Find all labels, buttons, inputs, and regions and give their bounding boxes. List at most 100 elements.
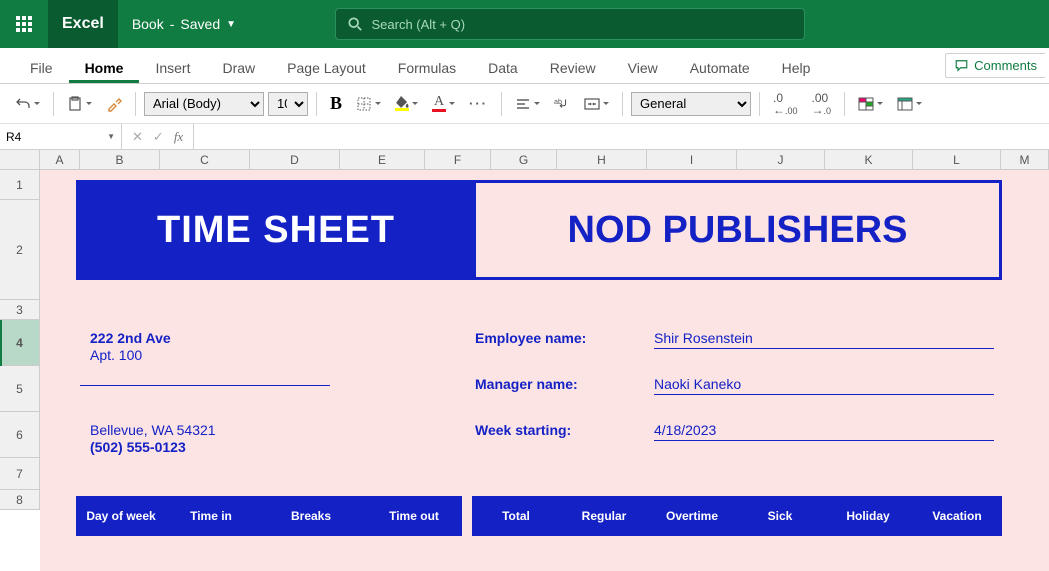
decrease-decimal-button[interactable]: .00→.0 <box>807 90 837 118</box>
address-underline <box>80 385 330 386</box>
tab-help[interactable]: Help <box>766 52 827 83</box>
table-format-icon <box>858 96 874 112</box>
column-header[interactable]: F <box>425 150 491 170</box>
address-line2: Apt. 100 <box>90 347 142 363</box>
tab-draw[interactable]: Draw <box>206 52 271 83</box>
title-left: TIME SHEET <box>76 180 476 280</box>
hdr-vacation: Vacation <box>912 509 1002 523</box>
waffle-icon <box>16 16 32 32</box>
select-all-corner[interactable] <box>0 150 40 170</box>
borders-button[interactable] <box>351 90 386 118</box>
fx-icon[interactable]: fx <box>174 129 183 145</box>
format-as-table-button[interactable] <box>892 90 927 118</box>
column-header[interactable]: L <box>913 150 1001 170</box>
address-line1: 222 2nd Ave <box>90 330 171 346</box>
hdr-holiday: Holiday <box>824 509 912 523</box>
row-header[interactable]: 4 <box>0 320 40 366</box>
search-wrap: Search (Alt + Q) <box>250 8 1049 40</box>
wrap-text-button[interactable]: ab <box>549 90 575 118</box>
column-header[interactable]: M <box>1001 150 1049 170</box>
tab-data[interactable]: Data <box>472 52 534 83</box>
undo-button[interactable] <box>10 90 45 118</box>
more-font-button[interactable]: ··· <box>464 90 493 118</box>
conditional-formatting-button[interactable] <box>853 90 888 118</box>
wrap-text-icon: ab <box>554 96 570 112</box>
column-header[interactable]: J <box>737 150 825 170</box>
bold-button[interactable]: B <box>325 90 347 118</box>
column-header[interactable]: E <box>340 150 425 170</box>
row-header[interactable]: 5 <box>0 366 40 412</box>
pivot-icon <box>897 96 913 112</box>
name-box[interactable]: R4 ▼ <box>0 124 122 149</box>
worksheet[interactable]: TIME SHEET NOD PUBLISHERS 222 2nd Ave Ap… <box>40 170 1049 571</box>
column-header[interactable]: A <box>40 150 80 170</box>
ellipsis-icon: ··· <box>469 96 488 111</box>
tab-automate[interactable]: Automate <box>674 52 766 83</box>
week-value: 4/18/2023 <box>654 422 994 441</box>
row-header[interactable]: 8 <box>0 490 40 510</box>
name-box-value: R4 <box>6 130 21 144</box>
comments-button[interactable]: Comments <box>945 53 1045 78</box>
merge-button[interactable] <box>579 90 614 118</box>
increase-decimal-button[interactable]: .0←.00 <box>768 90 803 118</box>
phone: (502) 555-0123 <box>90 439 186 455</box>
format-painter-button[interactable] <box>101 90 127 118</box>
column-header[interactable]: B <box>80 150 160 170</box>
merge-icon <box>584 96 600 112</box>
comment-icon <box>954 59 969 73</box>
document-name-button[interactable]: Book - Saved ▼ <box>118 0 250 48</box>
paste-button[interactable] <box>62 90 97 118</box>
font-color-button[interactable]: A <box>427 90 460 118</box>
font-name-select[interactable]: Arial (Body) <box>144 92 264 116</box>
tab-home[interactable]: Home <box>69 52 140 83</box>
column-header[interactable]: D <box>250 150 340 170</box>
formula-bar: R4 ▼ ✕ ✓ fx <box>0 124 1049 150</box>
formula-buttons: ✕ ✓ fx <box>122 124 194 149</box>
hdr-total: Total <box>472 509 560 523</box>
font-color-icon: A <box>432 95 446 112</box>
doc-sep: - <box>170 16 175 32</box>
manager-value: Naoki Kaneko <box>654 376 994 395</box>
hdr-breaks: Breaks <box>256 509 366 523</box>
tab-insert[interactable]: Insert <box>139 52 206 83</box>
column-header[interactable]: G <box>491 150 557 170</box>
separator <box>53 92 54 116</box>
column-header[interactable]: I <box>647 150 737 170</box>
app-name[interactable]: Excel <box>48 0 118 48</box>
tab-file[interactable]: File <box>14 52 69 83</box>
column-header[interactable]: C <box>160 150 250 170</box>
align-button[interactable] <box>510 90 545 118</box>
row-header[interactable]: 7 <box>0 458 40 490</box>
column-header[interactable]: K <box>825 150 913 170</box>
accept-formula-icon[interactable]: ✓ <box>153 129 164 145</box>
separator <box>501 92 502 116</box>
row-header[interactable]: 2 <box>0 200 40 300</box>
left-table-header: Day of week Time in Breaks Time out <box>76 496 462 536</box>
tab-formulas[interactable]: Formulas <box>382 52 472 83</box>
fill-color-button[interactable] <box>390 90 423 118</box>
tab-page-layout[interactable]: Page Layout <box>271 52 382 83</box>
row-header[interactable]: 6 <box>0 412 40 458</box>
search-box[interactable]: Search (Alt + Q) <box>335 8 805 40</box>
fill-color-icon <box>395 96 409 111</box>
app-launcher-button[interactable] <box>0 0 48 48</box>
column-headers: ABCDEFGHIJKLM <box>40 150 1049 170</box>
title-banner: TIME SHEET NOD PUBLISHERS <box>76 180 1002 280</box>
separator <box>316 92 317 116</box>
tab-review[interactable]: Review <box>534 52 612 83</box>
font-size-select[interactable]: 10 <box>268 92 308 116</box>
row-header[interactable]: 3 <box>0 300 40 320</box>
number-format-select[interactable]: General <box>631 92 751 116</box>
formula-input[interactable] <box>194 124 1049 149</box>
ribbon: Arial (Body) 10 B A ··· ab General .0←.0… <box>0 84 1049 124</box>
doc-name-text: Book <box>132 16 164 32</box>
row-header[interactable]: 1 <box>0 170 40 200</box>
cancel-formula-icon[interactable]: ✕ <box>132 129 143 145</box>
week-label: Week starting: <box>475 422 571 438</box>
chevron-down-icon: ▼ <box>226 19 236 30</box>
align-icon <box>515 96 531 112</box>
titlebar: Excel Book - Saved ▼ Search (Alt + Q) <box>0 0 1049 48</box>
column-header[interactable]: H <box>557 150 647 170</box>
title-right: NOD PUBLISHERS <box>476 180 1002 280</box>
tab-view[interactable]: View <box>612 52 674 83</box>
